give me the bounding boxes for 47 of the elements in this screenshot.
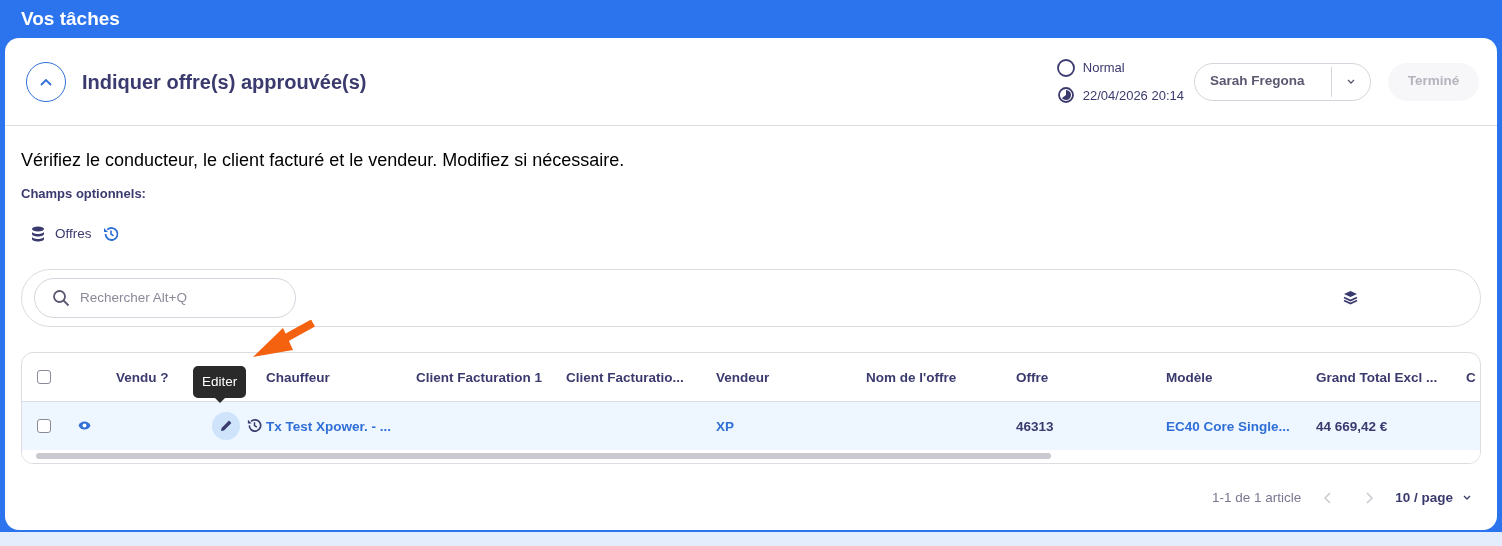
column-header: Client Facturation 1 xyxy=(416,369,542,385)
column-header: Chauffeur xyxy=(266,369,330,385)
column-header: Modèle xyxy=(1166,369,1213,385)
page-size-select[interactable]: 10 / page xyxy=(1395,487,1471,508)
history-icon[interactable] xyxy=(101,224,120,243)
optional-field-label: Offres xyxy=(55,224,92,243)
column-header: Vendeur xyxy=(716,369,770,385)
tooltip-pointer-icon xyxy=(214,398,225,403)
checkbox[interactable] xyxy=(37,369,51,384)
table-row[interactable]: Tx Test Xpower. - ... XP 46313 EC40 Core Single... 44 669,42 € xyxy=(22,401,1480,450)
eye-icon[interactable] xyxy=(78,421,91,431)
caret-icon xyxy=(1463,494,1471,501)
column-header: C xyxy=(1466,369,1476,385)
task-title: Indiquer offre(s) approuvée(s) xyxy=(82,69,367,95)
caret-icon xyxy=(1347,78,1355,85)
search-icon xyxy=(52,288,70,307)
history-icon[interactable] xyxy=(246,417,263,435)
edit-button[interactable] xyxy=(212,411,240,440)
column-header: Client Facturatio... xyxy=(566,369,684,385)
chevron-right-icon xyxy=(1365,491,1373,504)
column-header: Grand Total Excl ... xyxy=(1316,369,1438,385)
pagination-summary: 1-1 de 1 article xyxy=(1211,488,1302,507)
priority-label: Normal xyxy=(1082,59,1125,77)
circle-icon xyxy=(1056,58,1075,77)
table-link[interactable]: Tx Test Xpower. - ... xyxy=(266,418,392,434)
table-link[interactable]: EC40 Core Single... xyxy=(1166,418,1290,434)
optional-fields-label: Champs optionnels: xyxy=(21,185,147,203)
annotation-arrow xyxy=(253,320,316,358)
tooltip: Editer xyxy=(193,365,247,398)
search-input[interactable]: Rechercher Alt+Q xyxy=(80,287,270,308)
clock-icon xyxy=(1056,86,1075,105)
column-header: Offre xyxy=(1016,369,1049,385)
instructions-text: Vérifiez le conducteur, le client facturé et le vendeur. Modifiez si nécessaire. xyxy=(21,149,626,172)
table-cell: 46313 xyxy=(1016,418,1054,434)
pencil-icon xyxy=(219,419,233,433)
page-title: Vos tâches xyxy=(21,6,120,31)
table-link[interactable]: XP xyxy=(716,418,734,434)
layers-icon[interactable] xyxy=(1343,290,1358,306)
database-icon xyxy=(31,225,45,242)
due-date: 22/04/2026 20:14 xyxy=(1082,86,1184,105)
table-cell: 44 669,42 € xyxy=(1316,418,1388,434)
scrollbar[interactable] xyxy=(36,453,1051,460)
column-header: Nom de l'offre xyxy=(866,369,957,385)
chevron-up-icon xyxy=(40,77,52,86)
chevron-left-icon xyxy=(1323,491,1331,504)
checkbox[interactable] xyxy=(37,418,51,433)
column-header: Vendu ? xyxy=(116,369,169,385)
